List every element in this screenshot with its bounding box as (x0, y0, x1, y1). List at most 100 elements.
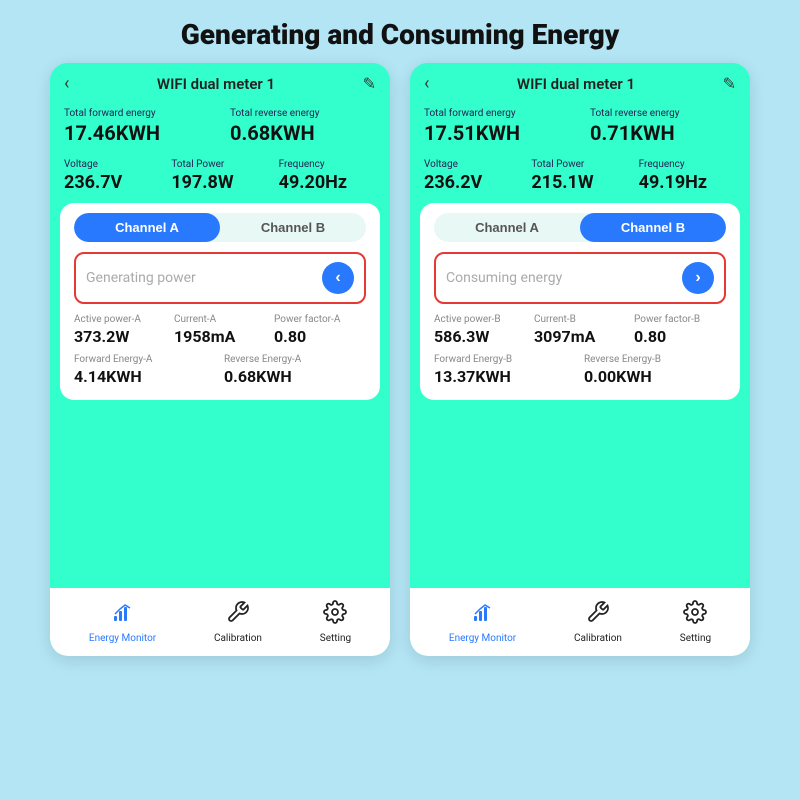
current-right: Current-B 3097mA (534, 314, 626, 346)
power-left: Total Power 197.8W (171, 159, 268, 193)
white-card-left: Channel A Channel B Generating power ‹ A… (60, 203, 380, 400)
monitor-label-right: Energy Monitor (449, 633, 516, 644)
setting-label-left: Setting (320, 633, 351, 644)
phone-left: ‹ WIFI dual meter 1 ✎ Total forward ener… (50, 63, 390, 656)
footer-calibration-left[interactable]: Calibration (214, 600, 262, 644)
rev-energy-label-right: Reverse Energy-B (584, 354, 726, 365)
setting-icon-left (323, 600, 347, 630)
total-forward-label-right: Total forward energy (424, 108, 570, 119)
footer-setting-left[interactable]: Setting (320, 600, 351, 644)
freq-left: Frequency 49.20Hz (279, 159, 376, 193)
fwd-energy-value-right: 13.37KWH (434, 367, 576, 386)
calibration-icon-right (586, 600, 610, 630)
total-forward-value-right: 17.51KWH (424, 121, 570, 145)
direction-btn-left[interactable]: ‹ (322, 262, 354, 294)
rev-energy-value-left: 0.68KWH (224, 367, 366, 386)
pf-value-right: 0.80 (634, 327, 726, 346)
total-reverse-value-right: 0.71KWH (590, 121, 736, 145)
direction-row-right: Consuming energy › (434, 252, 726, 304)
tab-channel-a-right[interactable]: Channel A (434, 213, 580, 242)
phone-left-header: ‹ WIFI dual meter 1 ✎ (50, 63, 390, 102)
fwd-energy-value-left: 4.14KWH (74, 367, 216, 386)
voltage-label-left: Voltage (64, 159, 161, 170)
tab-channel-b-left[interactable]: Channel B (220, 213, 366, 242)
freq-value-right: 49.19Hz (639, 172, 736, 193)
tab-channel-b-right[interactable]: Channel B (580, 213, 726, 242)
edit-icon-left[interactable]: ✎ (363, 74, 376, 93)
metrics-row-right: Voltage 236.2V Total Power 215.1W Freque… (410, 155, 750, 203)
power-value-left: 197.8W (171, 172, 268, 193)
footer-setting-right[interactable]: Setting (680, 600, 711, 644)
fwd-energy-left: Forward Energy-A 4.14KWH (74, 354, 216, 386)
active-power-left: Active power-A 373.2W (74, 314, 166, 346)
back-icon-left[interactable]: ‹ (64, 73, 69, 94)
freq-right: Frequency 49.19Hz (639, 159, 736, 193)
setting-label-right: Setting (680, 633, 711, 644)
fwd-energy-label-left: Forward Energy-A (74, 354, 216, 365)
footer-calibration-right[interactable]: Calibration (574, 600, 622, 644)
channel-tabs-left: Channel A Channel B (74, 213, 366, 242)
direction-row-left: Generating power ‹ (74, 252, 366, 304)
monitor-label-left: Energy Monitor (89, 633, 156, 644)
active-power-right: Active power-B 586.3W (434, 314, 526, 346)
direction-label-left: Generating power (86, 270, 196, 286)
phone-right-header: ‹ WIFI dual meter 1 ✎ (410, 63, 750, 102)
power-metrics-left: Active power-A 373.2W Current-A 1958mA P… (74, 314, 366, 346)
current-left: Current-A 1958mA (174, 314, 266, 346)
freq-label-right: Frequency (639, 159, 736, 170)
freq-label-left: Frequency (279, 159, 376, 170)
total-reverse-label-left: Total reverse energy (230, 108, 376, 119)
active-power-value-left: 373.2W (74, 327, 166, 346)
voltage-label-right: Voltage (424, 159, 521, 170)
pf-value-left: 0.80 (274, 327, 366, 346)
current-label-left: Current-A (174, 314, 266, 325)
power-label-left: Total Power (171, 159, 268, 170)
direction-btn-right[interactable]: › (682, 262, 714, 294)
active-power-value-right: 586.3W (434, 327, 526, 346)
phones-container: ‹ WIFI dual meter 1 ✎ Total forward ener… (0, 63, 800, 656)
white-card-right: Channel A Channel B Consuming energy › A… (420, 203, 740, 400)
page-title: Generating and Consuming Energy (0, 0, 800, 63)
active-power-label-left: Active power-A (74, 314, 166, 325)
phone-right: ‹ WIFI dual meter 1 ✎ Total forward ener… (410, 63, 750, 656)
phone-footer-right: Energy Monitor Calibration (410, 588, 750, 656)
fwd-energy-right: Forward Energy-B 13.37KWH (434, 354, 576, 386)
phone-right-title: WIFI dual meter 1 (517, 75, 635, 93)
calibration-label-left: Calibration (214, 633, 262, 644)
footer-right: Energy Monitor Calibration (410, 590, 750, 656)
voltage-right: Voltage 236.2V (424, 159, 521, 193)
power-value-right: 215.1W (531, 172, 628, 193)
voltage-left: Voltage 236.7V (64, 159, 161, 193)
pf-right: Power factor-B 0.80 (634, 314, 726, 346)
footer-left: Energy Monitor Calibration (50, 590, 390, 656)
total-reverse-right: Total reverse energy 0.71KWH (590, 108, 736, 145)
total-forward-right: Total forward energy 17.51KWH (424, 108, 570, 145)
total-forward-left: Total forward energy 17.46KWH (64, 108, 210, 145)
footer-monitor-left[interactable]: Energy Monitor (89, 600, 156, 644)
edit-icon-right[interactable]: ✎ (723, 74, 736, 93)
direction-label-right: Consuming energy (446, 270, 562, 286)
channel-tabs-right: Channel A Channel B (434, 213, 726, 242)
phone-left-title: WIFI dual meter 1 (157, 75, 275, 93)
calibration-icon-left (226, 600, 250, 630)
rev-energy-label-left: Reverse Energy-A (224, 354, 366, 365)
total-reverse-left: Total reverse energy 0.68KWH (230, 108, 376, 145)
total-reverse-value-left: 0.68KWH (230, 121, 376, 145)
voltage-value-right: 236.2V (424, 172, 521, 193)
footer-monitor-right[interactable]: Energy Monitor (449, 600, 516, 644)
total-forward-label-left: Total forward energy (64, 108, 210, 119)
pf-label-left: Power factor-A (274, 314, 366, 325)
tab-channel-a-left[interactable]: Channel A (74, 213, 220, 242)
calibration-label-right: Calibration (574, 633, 622, 644)
energy-metrics-right: Forward Energy-B 13.37KWH Reverse Energy… (434, 354, 726, 386)
rev-energy-value-right: 0.00KWH (584, 367, 726, 386)
energy-summary-left: Total forward energy 17.46KWH Total reve… (50, 102, 390, 155)
current-value-left: 1958mA (174, 327, 266, 346)
current-value-right: 3097mA (534, 327, 626, 346)
monitor-icon-right (471, 600, 495, 630)
back-icon-right[interactable]: ‹ (424, 73, 429, 94)
total-reverse-label-right: Total reverse energy (590, 108, 736, 119)
current-label-right: Current-B (534, 314, 626, 325)
power-metrics-right: Active power-B 586.3W Current-B 3097mA P… (434, 314, 726, 346)
energy-summary-right: Total forward energy 17.51KWH Total reve… (410, 102, 750, 155)
